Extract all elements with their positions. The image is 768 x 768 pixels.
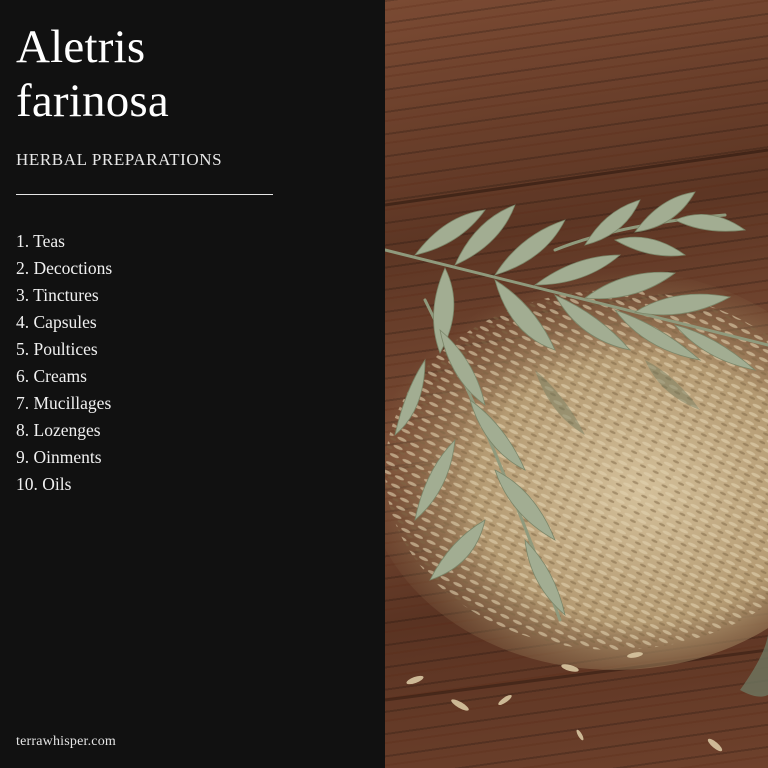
list-item: 5. Poultices bbox=[16, 339, 98, 359]
list-item: 1. Teas bbox=[16, 231, 65, 251]
list-item: 10. Oils bbox=[16, 474, 72, 494]
preparations-list: 1. Teas 2. Decoctions 3. Tinctures 4. Ca… bbox=[16, 228, 112, 498]
divider bbox=[16, 194, 273, 195]
subtitle: HERBAL PREPARATIONS bbox=[16, 150, 223, 169]
list-item: 4. Capsules bbox=[16, 312, 97, 332]
title-line-1: Aletris bbox=[16, 21, 146, 73]
text-panel: Aletris farinosa HERBAL PREPARATIONS 1. … bbox=[0, 0, 385, 768]
list-item: 7. Mucillages bbox=[16, 393, 112, 413]
page: Aletris farinosa HERBAL PREPARATIONS 1. … bbox=[0, 0, 768, 768]
site-url: terrawhisper.com bbox=[16, 734, 116, 749]
title-line-2: farinosa bbox=[16, 75, 169, 127]
herb-sprig-icon bbox=[385, 148, 768, 752]
list-item: 9. Oinments bbox=[16, 447, 102, 467]
list-item: 2. Decoctions bbox=[16, 258, 113, 278]
page-title: Aletris farinosa bbox=[16, 20, 169, 128]
herb-photo bbox=[385, 0, 768, 768]
list-item: 3. Tinctures bbox=[16, 285, 99, 305]
list-item: 8. Lozenges bbox=[16, 420, 101, 440]
list-item: 6. Creams bbox=[16, 366, 87, 386]
